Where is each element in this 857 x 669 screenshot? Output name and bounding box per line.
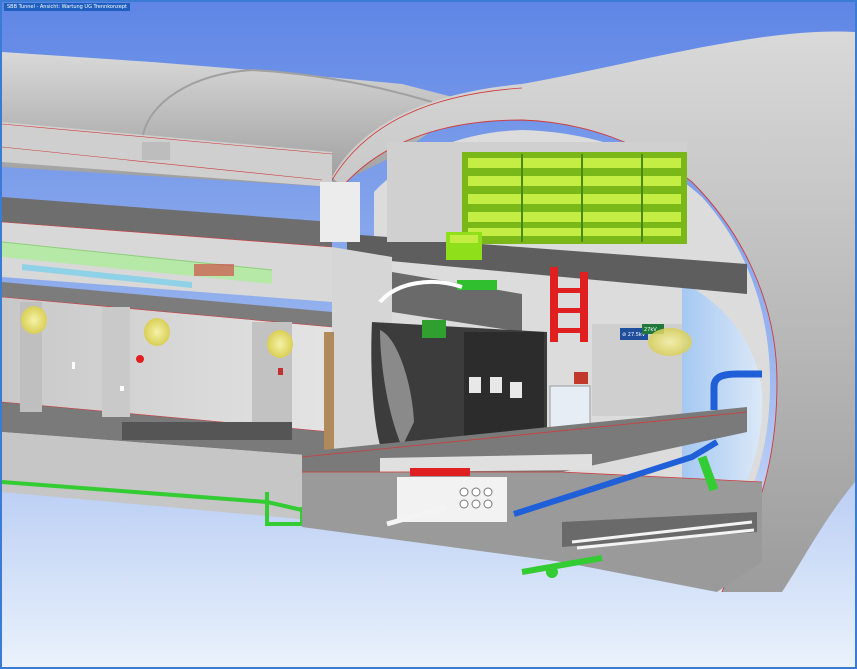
wall-socket: [278, 368, 283, 375]
tunnel-3d-scene[interactable]: ⊘ 27.5kV 27kV: [2, 2, 855, 667]
window-title: SBB Tunnel - Ansicht: Wartung UG Trennko…: [4, 3, 130, 11]
tunnel-lamp: [267, 330, 293, 358]
tunnel-lamp: [21, 306, 47, 334]
3d-viewer-window[interactable]: SBB Tunnel - Ansicht: Wartung UG Trennko…: [0, 0, 857, 669]
tunnel-lamp: [648, 328, 692, 356]
alarm-light: [136, 355, 144, 363]
wall-marker: [72, 362, 75, 369]
cable-tray-rack: [446, 152, 687, 260]
wall-marker: [120, 386, 124, 391]
left-tunnel-levels: [2, 197, 333, 522]
tunnel-lamp: [144, 318, 170, 346]
